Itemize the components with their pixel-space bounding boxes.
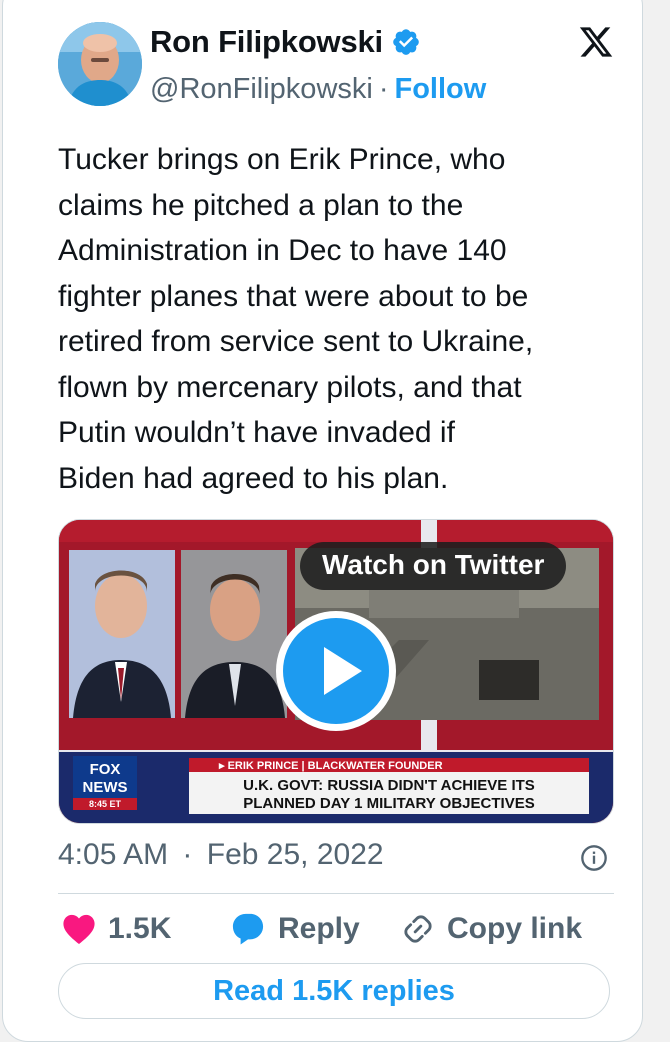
copy-link-label: Copy link [447, 912, 583, 945]
author-handle-row: @RonFilipkowski · Follow [150, 73, 486, 106]
network-logo-news: NEWS [83, 779, 128, 796]
tweet-line: Putin wouldn’t have invaded if [58, 416, 455, 449]
tweet-line: Administration in Dec to have 140 [58, 234, 507, 267]
x-logo-icon[interactable] [578, 24, 614, 60]
chyron-guest-name: ▸ ERIK PRINCE | BLACKWATER FOUNDER [218, 760, 443, 772]
tweet-line: Tucker brings on Erik Prince, who [58, 143, 506, 176]
verified-badge-icon [393, 29, 419, 55]
tweet-timestamp[interactable]: 4:05 AM · Feb 25, 2022 [58, 838, 384, 872]
like-button[interactable]: 1.5K [62, 907, 171, 951]
play-icon[interactable] [274, 609, 398, 733]
tweet-line: flown by mercenary pilots, and that [58, 370, 522, 404]
tweet-line: fighter planes that were about to be [58, 279, 529, 313]
link-icon [404, 915, 432, 943]
heart-icon [63, 914, 95, 945]
follow-button[interactable]: Follow [395, 73, 487, 105]
separator-dot: · [378, 73, 389, 105]
tweet-line: Biden had agreed to his plan. [58, 461, 449, 495]
copy-link-button[interactable]: Copy link [401, 907, 582, 951]
watch-on-twitter-button[interactable]: Watch on Twitter [300, 542, 567, 590]
reply-label: Reply [278, 912, 360, 945]
reply-button[interactable]: Reply [230, 907, 360, 951]
info-icon[interactable] [580, 844, 608, 872]
author-name[interactable]: Ron Filipkowski [150, 24, 383, 60]
chyron-headline-2: PLANNED DAY 1 MILITARY OBJECTIVES [243, 795, 534, 812]
tweet-text: Tucker brings on Erik Prince, who claims… [58, 137, 628, 501]
tweet-date: Feb 25, 2022 [206, 838, 384, 871]
divider [58, 893, 614, 894]
reply-bubble-icon [232, 913, 264, 945]
separator-dot: · [182, 838, 193, 871]
network-logo-fox: FOX [90, 761, 121, 778]
author-handle[interactable]: @RonFilipkowski [150, 73, 373, 105]
read-replies-button[interactable]: Read 1.5K replies [58, 963, 610, 1019]
broadcast-clock: 8:45 ET [89, 799, 122, 809]
author-name-row[interactable]: Ron Filipkowski [150, 24, 421, 60]
avatar-photo [58, 22, 142, 106]
tweet-line: retired from service sent to Ukraine, [58, 325, 534, 358]
tweet-line: claims he pitched a plan to the [58, 188, 464, 222]
like-count: 1.5K [108, 912, 172, 945]
tweet-time: 4:05 AM [58, 838, 169, 871]
avatar[interactable] [58, 22, 142, 106]
chyron-headline-1: U.K. GOVT: RUSSIA DIDN'T ACHIEVE ITS [243, 777, 535, 794]
